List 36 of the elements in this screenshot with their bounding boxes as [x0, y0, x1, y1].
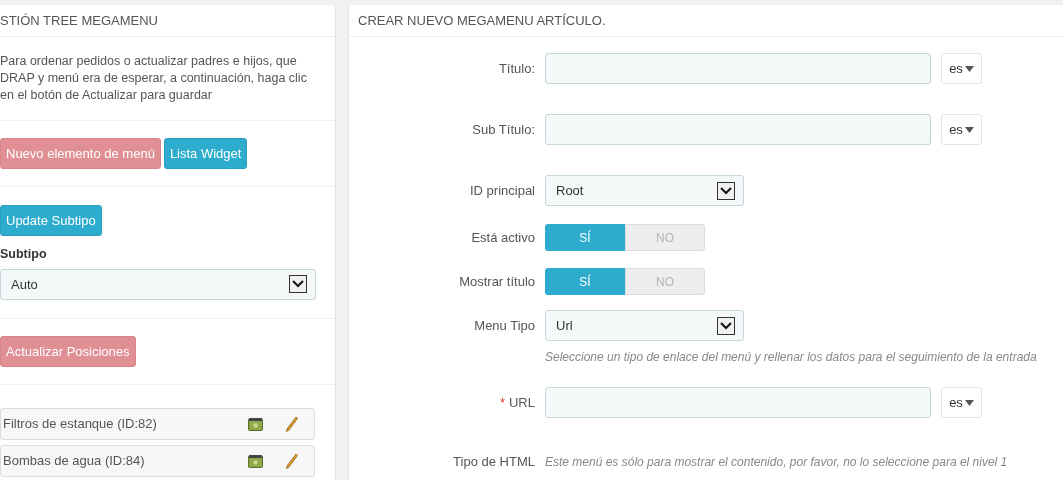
dropdown-icon [717, 316, 735, 335]
language-button[interactable]: es [941, 53, 982, 84]
field-label: Título: [498, 60, 535, 76]
field-label: Mostrar título [459, 273, 535, 289]
tree-item[interactable]: Filtros de estanque (ID:82) [0, 407, 315, 440]
text-field[interactable] [545, 53, 931, 84]
help-text: Seleccione un tipo de enlace del menú y rellenar los datos para el seguimiento de la entrada [545, 350, 1037, 364]
calendar-icon[interactable] [248, 416, 263, 431]
description-text: Para ordenar pedidos o actualizar padres e hijos, que DRAP y menú era de esperar, a continuación, haga clic en el botón de Actualizar para guardar [0, 53, 308, 104]
pencil-icon[interactable] [286, 452, 298, 469]
field-label: Menu Tipo [474, 317, 535, 333]
panel-title: STIÓN TREE MEGAMENU [0, 11, 158, 30]
tree-item[interactable]: Bombas de agua (ID:84) [0, 444, 315, 477]
text-field[interactable] [545, 114, 931, 145]
caret-icon [964, 399, 974, 406]
field-label: ID principal [469, 182, 535, 198]
field-label: Está activo [471, 229, 535, 245]
field-label: Tipo de HTML [453, 454, 535, 469]
text-field[interactable] [545, 387, 931, 418]
field-label: Subtipo [0, 246, 48, 263]
field-label: URL [509, 394, 535, 410]
calendar-icon[interactable] [248, 453, 263, 468]
caret-icon [964, 126, 974, 133]
select-field[interactable]: Url [545, 310, 744, 341]
caret-icon [964, 65, 974, 72]
panel-title: CREAR NUEVO MEGAMENU ARTÍCULO. [358, 11, 606, 30]
dropdown-icon [717, 181, 735, 200]
field-label: Sub Título: [472, 121, 535, 137]
required-mark: * [499, 394, 505, 410]
select-field[interactable]: Auto [0, 268, 316, 300]
language-button[interactable]: es [941, 387, 982, 418]
dropdown-icon [289, 275, 307, 294]
select-field[interactable]: Root [545, 175, 744, 206]
help-text: Este menú es sólo para mostrar el contenido, por favor, no lo seleccione para el nivel 1 [545, 453, 1008, 471]
language-button[interactable]: es [941, 114, 982, 145]
pencil-icon[interactable] [286, 415, 298, 432]
